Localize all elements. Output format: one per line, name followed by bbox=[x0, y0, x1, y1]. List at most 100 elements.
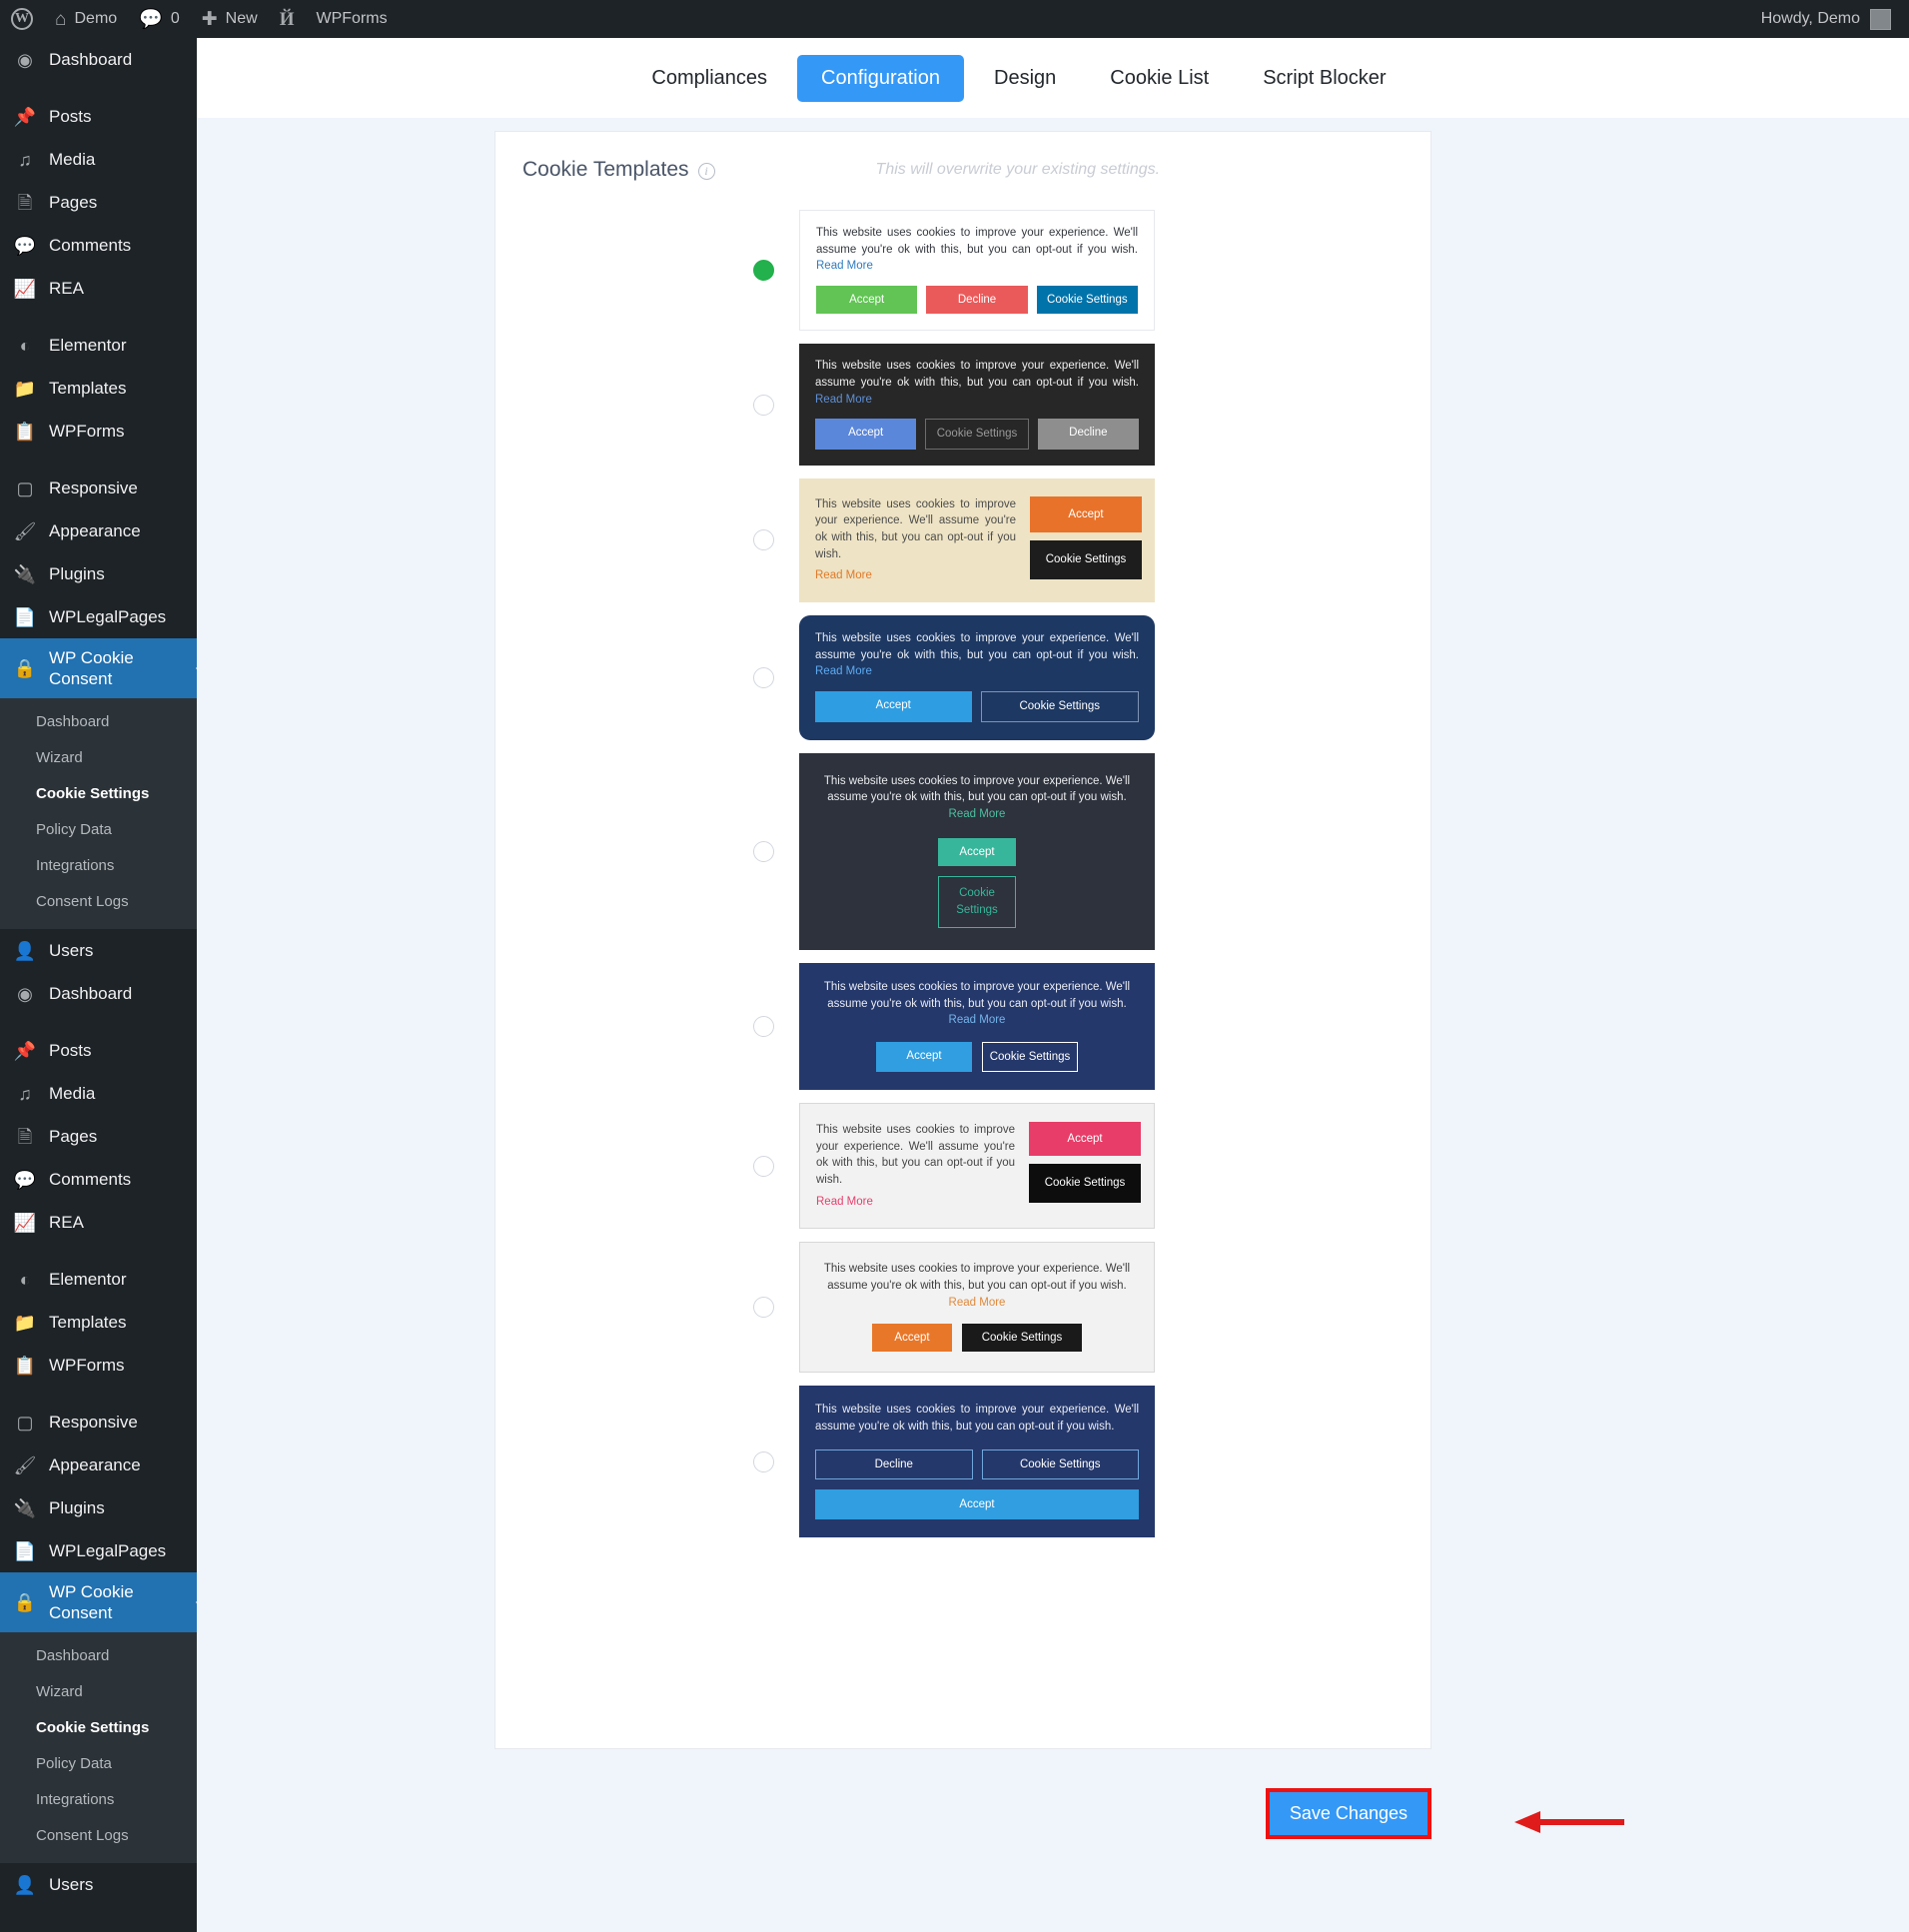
sidebar-item-wplegalpages-2[interactable]: 📄 WPLegalPages bbox=[0, 1529, 197, 1572]
cookie-settings-button[interactable]: Cookie Settings bbox=[962, 1324, 1082, 1353]
sidebar-item-users[interactable]: 👤 Users bbox=[0, 929, 197, 972]
template-radio-6[interactable] bbox=[753, 1016, 774, 1038]
adminbar-account[interactable]: Howdy, Demo bbox=[1761, 8, 1909, 30]
sidebar-item-appearance[interactable]: 🖌 Appearance bbox=[0, 509, 197, 552]
sidebar-item-rea[interactable]: 📈 REA bbox=[0, 267, 197, 310]
accept-button[interactable]: Accept bbox=[815, 419, 917, 450]
template-preview-7[interactable]: This website uses cookies to improve you… bbox=[799, 1103, 1155, 1230]
sidebar-subitem-consent-logs-2[interactable]: Consent Logs bbox=[0, 1818, 197, 1854]
cookie-settings-button[interactable]: Cookie Settings bbox=[1036, 286, 1138, 315]
accept-button[interactable]: Accept bbox=[816, 286, 918, 315]
template-preview-1[interactable]: This website uses cookies to improve you… bbox=[799, 210, 1155, 332]
template-preview-6[interactable]: This website uses cookies to improve you… bbox=[799, 963, 1155, 1091]
template-row-1[interactable]: This website uses cookies to improve you… bbox=[495, 210, 1431, 332]
template-row-7[interactable]: This website uses cookies to improve you… bbox=[495, 1103, 1431, 1230]
sidebar-item-comments[interactable]: 💬 Comments bbox=[0, 224, 197, 267]
read-more-link[interactable]: Read More bbox=[816, 260, 873, 272]
sidebar-subitem-dashboard[interactable]: Dashboard bbox=[0, 704, 197, 740]
sidebar-item-users-2[interactable]: 👤 Users bbox=[0, 1863, 197, 1906]
template-row-6[interactable]: This website uses cookies to improve you… bbox=[495, 963, 1431, 1091]
decline-button[interactable]: Decline bbox=[926, 286, 1028, 315]
template-radio-4[interactable] bbox=[753, 666, 774, 688]
sidebar-item-comments-2[interactable]: 💬 Comments bbox=[0, 1158, 197, 1201]
template-row-4[interactable]: This website uses cookies to improve you… bbox=[495, 615, 1431, 740]
save-changes-button[interactable]: Save Changes bbox=[1269, 1792, 1428, 1835]
sidebar-item-wpforms-2[interactable]: 📋 WPForms bbox=[0, 1344, 197, 1387]
tab-cookie-list[interactable]: Cookie List bbox=[1086, 55, 1233, 102]
sidebar-item-rea-2[interactable]: 📈 REA bbox=[0, 1201, 197, 1244]
sidebar-subitem-wizard-2[interactable]: Wizard bbox=[0, 1674, 197, 1710]
template-row-3[interactable]: This website uses cookies to improve you… bbox=[495, 478, 1431, 603]
adminbar-wp-logo[interactable]: W bbox=[0, 0, 44, 38]
read-more-link[interactable]: Read More bbox=[815, 567, 1016, 584]
template-preview-4[interactable]: This website uses cookies to improve you… bbox=[799, 615, 1155, 740]
sidebar-item-posts-2[interactable]: 📌 Posts bbox=[0, 1029, 197, 1072]
cookie-settings-button[interactable]: Cookie Settings bbox=[980, 691, 1139, 722]
sidebar-subitem-wizard[interactable]: Wizard bbox=[0, 740, 197, 776]
sidebar-item-plugins[interactable]: 🔌 Plugins bbox=[0, 552, 197, 595]
template-radio-7[interactable] bbox=[753, 1155, 774, 1177]
accept-button[interactable]: Accept bbox=[938, 837, 1016, 866]
template-row-2[interactable]: This website uses cookies to improve you… bbox=[495, 344, 1431, 466]
cookie-settings-button[interactable]: Cookie Settings bbox=[981, 1449, 1139, 1479]
cookie-settings-button[interactable]: Cookie Settings bbox=[1030, 540, 1142, 580]
adminbar-new[interactable]: ✚ New bbox=[191, 0, 269, 38]
sidebar-item-templates-2[interactable]: 📁 Templates bbox=[0, 1301, 197, 1344]
sidebar-item-wpforms[interactable]: 📋 WPForms bbox=[0, 410, 197, 453]
tab-configuration[interactable]: Configuration bbox=[797, 54, 964, 102]
template-radio-2[interactable] bbox=[753, 394, 774, 416]
sidebar-item-posts[interactable]: 📌 Posts bbox=[0, 95, 197, 138]
adminbar-site-name[interactable]: ⌂ Demo bbox=[44, 0, 128, 38]
accept-button[interactable]: Accept bbox=[815, 1488, 1139, 1519]
cookie-settings-button[interactable]: Cookie Settings bbox=[925, 419, 1029, 450]
sidebar-subitem-consent-logs[interactable]: Consent Logs bbox=[0, 884, 197, 920]
read-more-link[interactable]: Read More bbox=[949, 1297, 1006, 1309]
accept-button[interactable]: Accept bbox=[1030, 495, 1142, 533]
accept-button[interactable]: Accept bbox=[872, 1324, 952, 1353]
info-icon[interactable]: i bbox=[697, 163, 715, 180]
template-radio-8[interactable] bbox=[753, 1297, 774, 1319]
template-radio-1[interactable] bbox=[753, 260, 774, 282]
sidebar-item-pages[interactable]: 🗎 Pages bbox=[0, 181, 197, 224]
tab-script-blocker[interactable]: Script Blocker bbox=[1239, 55, 1410, 102]
template-preview-8[interactable]: This website uses cookies to improve you… bbox=[799, 1242, 1155, 1374]
sidebar-item-media[interactable]: ♫ Media bbox=[0, 138, 197, 181]
sidebar-subitem-policy-data[interactable]: Policy Data bbox=[0, 812, 197, 848]
read-more-link[interactable]: Read More bbox=[949, 1014, 1006, 1026]
sidebar-item-wplegalpages[interactable]: 📄 WPLegalPages bbox=[0, 595, 197, 638]
sidebar-item-dashboard[interactable]: ◉ Dashboard bbox=[0, 38, 197, 81]
read-more-link[interactable]: Read More bbox=[816, 1194, 1015, 1211]
decline-button[interactable]: Decline bbox=[815, 1449, 973, 1479]
sidebar-item-pages-2[interactable]: 🗎 Pages bbox=[0, 1115, 197, 1158]
sidebar-item-wp-cookie-consent-2[interactable]: 🔒 WP Cookie Consent bbox=[0, 1572, 197, 1632]
sidebar-subitem-cookie-settings-2[interactable]: Cookie Settings bbox=[0, 1710, 197, 1746]
template-preview-3[interactable]: This website uses cookies to improve you… bbox=[799, 478, 1155, 603]
sidebar-item-elementor-2[interactable]: ◐ Elementor bbox=[0, 1258, 197, 1301]
sidebar-subitem-dashboard-2[interactable]: Dashboard bbox=[0, 1638, 197, 1674]
template-radio-5[interactable] bbox=[753, 840, 774, 862]
cookie-settings-button[interactable]: Cookie Settings bbox=[1029, 1164, 1141, 1204]
template-radio-9[interactable] bbox=[753, 1450, 774, 1472]
accept-button[interactable]: Accept bbox=[1029, 1122, 1141, 1157]
sidebar-item-templates[interactable]: 📁 Templates bbox=[0, 367, 197, 410]
sidebar-item-wp-cookie-consent[interactable]: 🔒 WP Cookie Consent bbox=[0, 638, 197, 698]
adminbar-wpforms[interactable]: WPForms bbox=[305, 0, 398, 38]
sidebar-subitem-cookie-settings[interactable]: Cookie Settings bbox=[0, 776, 197, 812]
template-row-8[interactable]: This website uses cookies to improve you… bbox=[495, 1242, 1431, 1374]
sidebar-item-media-2[interactable]: ♫ Media bbox=[0, 1072, 197, 1115]
tab-compliances[interactable]: Compliances bbox=[627, 55, 791, 102]
sidebar-item-elementor[interactable]: ◐ Elementor bbox=[0, 324, 197, 367]
adminbar-comments[interactable]: 💬 0 bbox=[128, 0, 191, 38]
accept-button[interactable]: Accept bbox=[876, 1042, 972, 1073]
template-row-9[interactable]: This website uses cookies to improve you… bbox=[495, 1386, 1431, 1537]
cookie-settings-button[interactable]: Cookie Settings bbox=[938, 875, 1016, 929]
sidebar-item-dashboard-2[interactable]: ◉ Dashboard bbox=[0, 972, 197, 1015]
sidebar-subitem-integrations[interactable]: Integrations bbox=[0, 848, 197, 884]
sidebar-item-appearance-2[interactable]: 🖌 Appearance bbox=[0, 1444, 197, 1486]
template-row-5[interactable]: This website uses cookies to improve you… bbox=[495, 752, 1431, 951]
sidebar-item-responsive[interactable]: ▢ Responsive bbox=[0, 467, 197, 509]
template-radio-3[interactable] bbox=[753, 529, 774, 551]
accept-button[interactable]: Accept bbox=[815, 691, 972, 722]
sidebar-item-plugins-2[interactable]: 🔌 Plugins bbox=[0, 1486, 197, 1529]
adminbar-yoast[interactable]: Й bbox=[269, 0, 306, 38]
